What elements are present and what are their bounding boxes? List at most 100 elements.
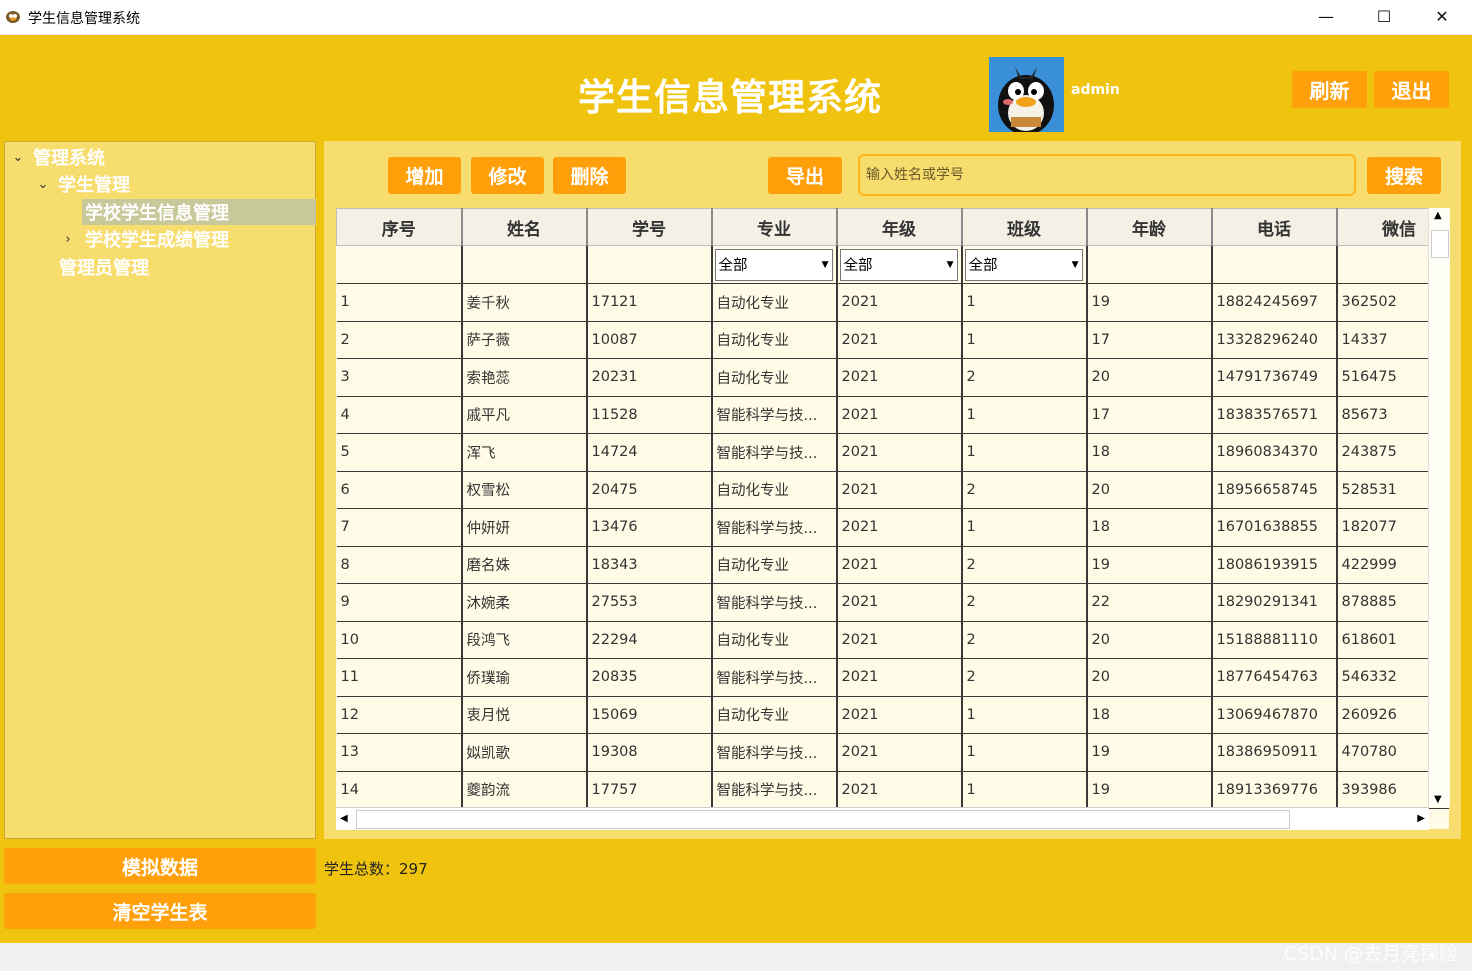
cell-grade[interactable]: 2021	[836, 733, 963, 772]
refresh-button[interactable]: 刷新	[1292, 71, 1367, 108]
cell-name[interactable]: 萨子薇	[461, 321, 588, 359]
cell-student-id[interactable]: 17121	[586, 283, 713, 322]
cell-major[interactable]: 自动化专业	[711, 471, 838, 509]
table-row[interactable]: 1 姜千秋 17121 自动化专业 2021 1 19 18824245697 362502	[336, 283, 1449, 322]
chevron-down-icon[interactable]: ⌄	[11, 150, 25, 165]
cell-grade[interactable]: 2021	[836, 546, 963, 584]
cell-index[interactable]: 12	[336, 696, 463, 734]
tree-item-score-management[interactable]: › 学校学生成绩管理	[61, 226, 229, 252]
cell-grade[interactable]: 2021	[836, 771, 963, 809]
cell-age[interactable]: 22	[1086, 583, 1213, 622]
cell-class[interactable]: 1	[961, 733, 1088, 772]
cell-phone[interactable]: 18086193915	[1211, 546, 1338, 584]
delete-button[interactable]: 删除	[553, 157, 626, 194]
cell-age[interactable]: 19	[1086, 771, 1213, 809]
add-button[interactable]: 增加	[388, 157, 461, 194]
cell-name[interactable]: 段鸿飞	[461, 621, 588, 659]
cell-age[interactable]: 18	[1086, 433, 1213, 472]
cell-class[interactable]: 1	[961, 696, 1088, 734]
cell-student-id[interactable]: 19308	[586, 733, 713, 772]
horizontal-scrollbar[interactable]: ◀ ▶	[336, 807, 1429, 830]
cell-index[interactable]: 8	[336, 546, 463, 584]
cell-major[interactable]: 智能科学与技...	[711, 733, 838, 772]
column-header-class[interactable]: 班级	[961, 208, 1088, 246]
scroll-right-icon[interactable]: ▶	[1417, 813, 1425, 824]
cell-index[interactable]: 10	[336, 621, 463, 659]
table-row[interactable]: 11 侨璞瑜 20835 智能科学与技... 2021 2 20 18776454763 546…	[336, 658, 1449, 697]
cell-name[interactable]: 仲妍妍	[461, 508, 588, 547]
clear-table-button[interactable]: 清空学生表	[4, 893, 316, 929]
cell-age[interactable]: 18	[1086, 696, 1213, 734]
table-row[interactable]: 2 萨子薇 10087 自动化专业 2021 1 17 13328296240 14337	[336, 321, 1449, 359]
cell-class[interactable]: 2	[961, 471, 1088, 509]
cell-grade[interactable]: 2021	[836, 658, 963, 697]
scroll-down-icon[interactable]: ▼	[1434, 794, 1442, 805]
cell-name[interactable]: 沐婉柔	[461, 583, 588, 622]
cell-phone[interactable]: 18913369776	[1211, 771, 1338, 809]
cell-student-id[interactable]: 11528	[586, 396, 713, 434]
vertical-scrollbar[interactable]: ▲ ▼	[1428, 208, 1450, 807]
cell-name[interactable]: 磨名姝	[461, 546, 588, 584]
search-input[interactable]	[858, 154, 1356, 196]
cell-phone[interactable]: 13328296240	[1211, 321, 1338, 359]
tree-item-student-info[interactable]: 学校学生信息管理	[82, 199, 316, 225]
table-row[interactable]: 8 磨名姝 18343 自动化专业 2021 2 19 18086193915 422999	[336, 546, 1449, 584]
cell-age[interactable]: 20	[1086, 658, 1213, 697]
cell-student-id[interactable]: 14724	[586, 433, 713, 472]
cell-grade[interactable]: 2021	[836, 358, 963, 397]
cell-class[interactable]: 1	[961, 433, 1088, 472]
cell-major[interactable]: 智能科学与技...	[711, 771, 838, 809]
cell-major[interactable]: 智能科学与技...	[711, 658, 838, 697]
cell-index[interactable]: 4	[336, 396, 463, 434]
cell-major[interactable]: 自动化专业	[711, 621, 838, 659]
cell-phone[interactable]: 15188881110	[1211, 621, 1338, 659]
cell-class[interactable]: 2	[961, 658, 1088, 697]
cell-index[interactable]: 2	[336, 321, 463, 359]
cell-major[interactable]: 智能科学与技...	[711, 583, 838, 622]
cell-student-id[interactable]: 18343	[586, 546, 713, 584]
avatar[interactable]	[989, 57, 1064, 132]
table-row[interactable]: 13 姒凯歌 19308 智能科学与技... 2021 1 19 18386950911 470…	[336, 733, 1449, 772]
cell-major[interactable]: 智能科学与技...	[711, 433, 838, 472]
cell-name[interactable]: 浑飞	[461, 433, 588, 472]
table-row[interactable]: 9 沐婉柔 27553 智能科学与技... 2021 2 22 18290291341 8788…	[336, 583, 1449, 622]
cell-student-id[interactable]: 13476	[586, 508, 713, 547]
cell-major[interactable]: 自动化专业	[711, 321, 838, 359]
maximize-button[interactable]: ☐	[1355, 0, 1413, 33]
cell-index[interactable]: 1	[336, 283, 463, 322]
cell-name[interactable]: 权雪松	[461, 471, 588, 509]
cell-grade[interactable]: 2021	[836, 283, 963, 322]
cell-index[interactable]: 11	[336, 658, 463, 697]
scroll-up-icon[interactable]: ▲	[1434, 210, 1442, 221]
cell-age[interactable]: 17	[1086, 321, 1213, 359]
column-header-major[interactable]: 专业	[711, 208, 838, 246]
cell-major[interactable]: 自动化专业	[711, 696, 838, 734]
cell-age[interactable]: 19	[1086, 546, 1213, 584]
chevron-right-icon[interactable]: ›	[61, 232, 75, 247]
search-button[interactable]: 搜索	[1367, 157, 1441, 194]
cell-class[interactable]: 2	[961, 358, 1088, 397]
table-row[interactable]: 10 段鸿飞 22294 自动化专业 2021 2 20 15188881110 618601	[336, 621, 1449, 659]
horizontal-scroll-thumb[interactable]	[356, 810, 1290, 829]
cell-index[interactable]: 9	[336, 583, 463, 622]
cell-name[interactable]: 姜千秋	[461, 283, 588, 322]
cell-phone[interactable]: 13069467870	[1211, 696, 1338, 734]
cell-class[interactable]: 1	[961, 508, 1088, 547]
column-header-index[interactable]: 序号	[336, 208, 463, 246]
table-row[interactable]: 14 夔韵流 17757 智能科学与技... 2021 1 19 18913369776 393…	[336, 771, 1449, 809]
cell-name[interactable]: 索艳蕊	[461, 358, 588, 397]
table-row[interactable]: 12 衷月悦 15069 自动化专业 2021 1 18 13069467870 260926	[336, 696, 1449, 734]
cell-age[interactable]: 17	[1086, 396, 1213, 434]
table-row[interactable]: 7 仲妍妍 13476 智能科学与技... 2021 1 18 16701638855 1820…	[336, 508, 1449, 547]
class-filter-select[interactable]: 全部 ▼	[964, 248, 1083, 281]
cell-student-id[interactable]: 20835	[586, 658, 713, 697]
cell-major[interactable]: 自动化专业	[711, 283, 838, 322]
tree-item-system[interactable]: ⌄ 管理系统	[11, 144, 105, 170]
cell-class[interactable]: 2	[961, 621, 1088, 659]
close-button[interactable]: ✕	[1413, 0, 1471, 33]
cell-class[interactable]: 1	[961, 396, 1088, 434]
cell-class[interactable]: 2	[961, 583, 1088, 622]
chevron-down-icon[interactable]: ⌄	[36, 177, 50, 192]
cell-grade[interactable]: 2021	[836, 396, 963, 434]
cell-phone[interactable]: 18290291341	[1211, 583, 1338, 622]
